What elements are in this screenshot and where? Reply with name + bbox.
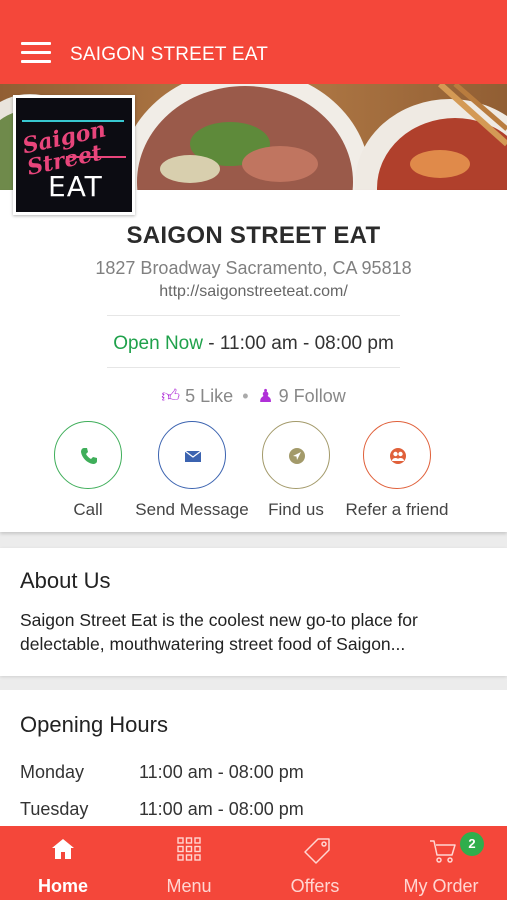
nav-offers-label: Offers (290, 876, 340, 896)
refer-friend-label: Refer a friend (345, 500, 449, 519)
divider (107, 315, 400, 316)
nav-home[interactable]: Home (0, 826, 126, 900)
grid-icon (177, 837, 201, 861)
social-stats: 👍︎ 5 Like • ♟ 9 Follow (0, 385, 507, 407)
send-message-circle[interactable] (158, 421, 226, 489)
hours-time: 11:00 am - 08:00 pm (139, 762, 304, 782)
app-title: SAIGON STREET EAT (70, 44, 269, 65)
location-icon (289, 448, 305, 464)
today-hours: Open Now - 11:00 am - 08:00 pm (0, 333, 507, 355)
send-message-button[interactable]: Send Message (130, 421, 254, 520)
cart-icon (430, 840, 456, 863)
like-count[interactable]: 5 Like (185, 386, 233, 406)
business-url[interactable]: http://saigonstreeteat.com/ (0, 283, 507, 301)
app-bar: SAIGON STREET EAT (0, 0, 507, 84)
business-address: 1827 Broadway Sacramento, CA 95818 (95, 258, 412, 278)
cart-count-badge: 2 (460, 832, 484, 856)
logo-eat-text: EAT (48, 170, 103, 203)
about-us-card: About Us Saigon Street Eat is the cooles… (0, 548, 507, 676)
opening-hours-card: Opening Hours Monday 11:00 am - 08:00 pm… (0, 690, 507, 830)
business-name: SAIGON STREET EAT (126, 222, 381, 249)
refer-friend-button[interactable]: Refer a friend (338, 421, 456, 520)
find-us-label: Find us (268, 500, 324, 519)
find-us-circle[interactable] (262, 421, 330, 489)
follow-icon[interactable]: ♟ (258, 386, 274, 406)
about-us-text: Saigon Street Eat is the coolest new go-… (20, 610, 418, 654)
nav-my-order-label: My Order (403, 876, 479, 896)
nav-home-label: Home (37, 876, 88, 896)
thumbs-up-icon[interactable]: 👍︎ (161, 386, 180, 406)
hamburger-menu-icon[interactable] (21, 42, 51, 63)
nav-my-order[interactable]: My Order (378, 826, 504, 900)
separator-dot: • (242, 386, 249, 406)
tag-icon (304, 838, 330, 864)
call-button[interactable]: Call (41, 421, 135, 520)
phone-icon (81, 448, 97, 464)
send-message-label: Send Message (135, 500, 249, 519)
divider (107, 367, 400, 368)
find-us-button[interactable]: Find us (253, 421, 339, 520)
hours-day: Tuesday (20, 799, 89, 819)
follow-count[interactable]: 9 Follow (279, 386, 346, 406)
business-logo: Saigon Street EAT (13, 95, 135, 215)
mail-icon (184, 450, 202, 462)
call-circle[interactable] (54, 421, 122, 489)
nav-menu[interactable]: Menu (126, 826, 252, 900)
open-status: Open Now (113, 333, 203, 354)
nav-menu-label: Menu (166, 876, 212, 896)
nav-offers[interactable]: Offers (252, 826, 378, 900)
refer-friend-circle[interactable] (363, 421, 431, 489)
today-hours-text: - 11:00 am - 08:00 pm (202, 333, 394, 354)
hours-day: Monday (20, 762, 85, 782)
opening-hours-title: Opening Hours (20, 712, 168, 737)
about-us-title: About Us (20, 568, 111, 593)
friends-icon (390, 448, 406, 464)
bottom-navigation: Home Menu Offers My Order (0, 826, 507, 900)
home-icon (52, 839, 74, 859)
call-label: Call (73, 500, 103, 519)
hours-time: 11:00 am - 08:00 pm (139, 799, 304, 819)
